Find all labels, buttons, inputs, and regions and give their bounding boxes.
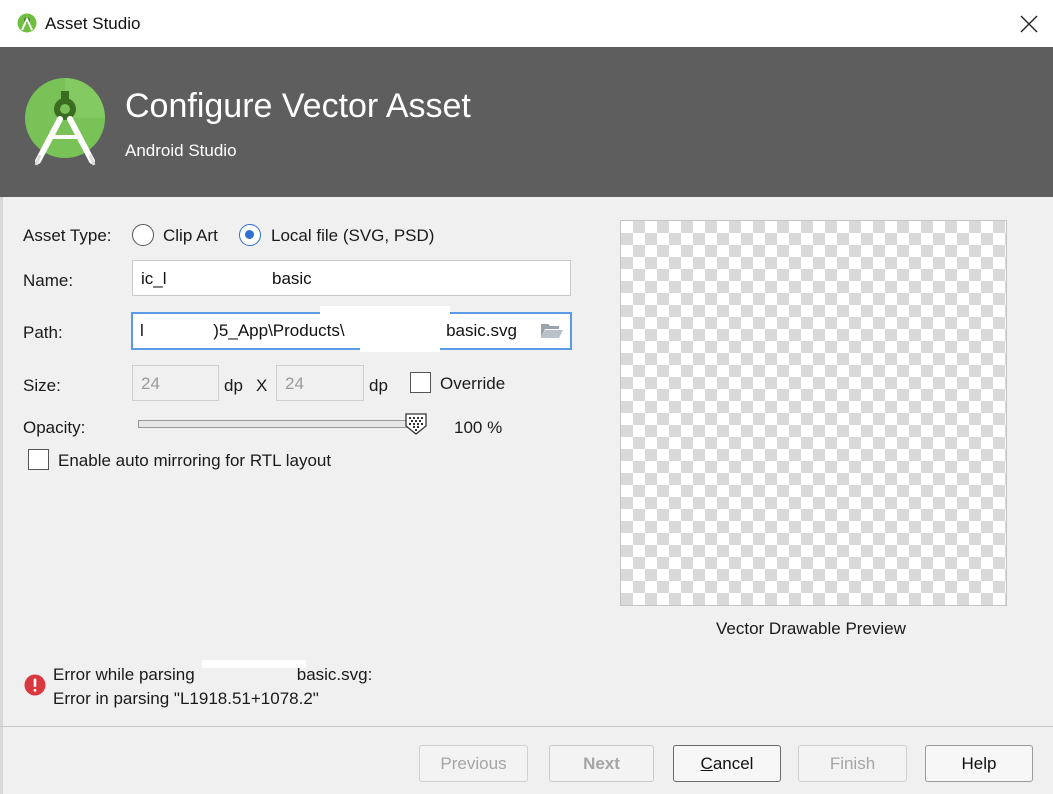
name-input[interactable]: ic_l basic [132,260,571,296]
size-width-input[interactable]: 24 [132,365,219,401]
error-message-line1: Error while parsing basic.svg: [53,665,372,685]
size-separator: X [256,376,268,395]
title-bar: Asset Studio [0,0,1053,47]
banner-subtitle: Android Studio [125,141,237,160]
name-label: Name: [23,271,74,290]
cancel-button[interactable]: Cancel [673,745,781,782]
size-width-unit: dp [224,376,243,395]
vector-preview-canvas [620,220,1007,606]
opacity-value: 100 % [454,418,503,437]
asset-type-label: Asset Type: [23,226,112,245]
radio-local-file-label[interactable]: Local file (SVG, PSD) [271,226,434,246]
error-line1-prefix: Error while parsing [53,665,195,684]
error-icon [24,674,46,696]
folder-open-icon[interactable] [540,322,564,340]
next-button[interactable]: Next [549,745,654,782]
header-banner: Configure Vector Asset Android Studio [0,47,1053,197]
footer-divider [0,726,1053,727]
close-button[interactable] [1004,0,1053,47]
size-height-input[interactable]: 24 [276,365,364,401]
asset-studio-dialog: Asset Studio Configure Vector Asset Andr… [0,0,1053,794]
opacity-slider-thumb[interactable] [404,412,428,436]
close-icon [1020,15,1037,32]
size-height-unit: dp [369,376,388,395]
path-redaction-mask-bottom [360,346,440,352]
previous-button[interactable]: Previous [419,745,528,782]
cancel-mnemonic: C [700,753,713,773]
error-redaction-mask [202,660,306,668]
path-value-start: l [140,321,144,340]
android-studio-logo-icon [25,78,105,166]
path-input[interactable]: l )5_App\Products\ basic.svg [131,312,572,350]
error-line1-suffix: basic.svg: [296,665,373,684]
error-message-line2: Error in parsing "L1918.51+1078.2" [53,689,319,708]
auto-mirror-checkbox[interactable] [28,449,49,470]
path-value-end: basic.svg [446,321,517,340]
path-label: Path: [23,323,63,342]
android-studio-app-icon [17,13,37,33]
radio-local-file[interactable] [239,224,261,246]
help-button[interactable]: Help [925,745,1033,782]
name-value-suffix: basic [271,269,312,288]
auto-mirror-label[interactable]: Enable auto mirroring for RTL layout [58,451,331,471]
opacity-slider-track[interactable] [138,420,418,428]
opacity-label: Opacity: [23,418,86,437]
name-value-prefix: ic_l [141,269,167,288]
cancel-label-rest: ancel [712,753,754,773]
window-left-edge [0,197,3,794]
path-value-middle: )5_App\Products\ [213,321,345,340]
override-checkbox[interactable] [410,372,431,393]
override-label[interactable]: Override [440,374,505,394]
radio-clip-art-label[interactable]: Clip Art [163,226,218,246]
finish-button[interactable]: Finish [798,745,907,782]
path-redaction-mask [320,306,450,314]
preview-caption: Vector Drawable Preview [716,619,906,638]
window-title: Asset Studio [45,14,141,33]
opacity-slider-fill [139,421,417,427]
size-label: Size: [23,376,61,395]
banner-title: Configure Vector Asset [125,87,471,125]
radio-clip-art[interactable] [132,224,154,246]
